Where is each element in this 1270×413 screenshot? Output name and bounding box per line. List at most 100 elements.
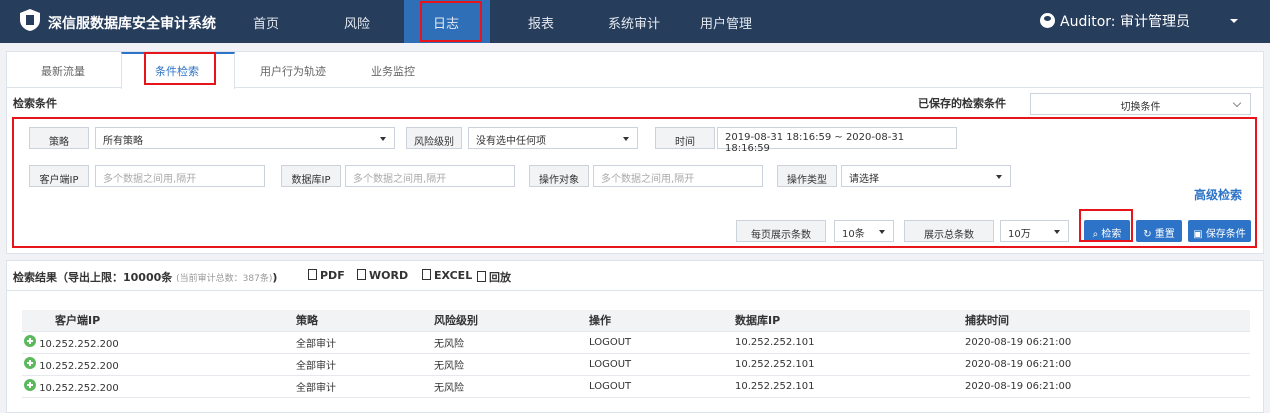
total-count-value: 10万 (1008, 229, 1031, 240)
save-icon: ▣ (1193, 229, 1206, 240)
chevron-down-icon (1232, 98, 1242, 108)
client-ip-input[interactable]: 多个数据之间用,隔开 (95, 165, 265, 187)
export-pdf-link[interactable]: PDF (308, 269, 345, 282)
replay-icon (477, 271, 486, 282)
table-row[interactable]: 10.252.252.200 全部审计 无风险 LOGOUT 10.252.25… (22, 375, 1250, 398)
advanced-search-link[interactable]: 高级检索 (1194, 186, 1242, 203)
cell-risk-level: 无风险 (418, 375, 573, 398)
strategy-select[interactable]: 所有策略 (95, 127, 395, 149)
results-title: 检索结果（导出上限：10000条 (当前审计总数：387条)) (13, 269, 277, 285)
column-header-strategy[interactable]: 策略 (280, 310, 418, 332)
save-condition-button[interactable]: ▣ 保存条件 (1188, 220, 1251, 242)
cell-operation: LOGOUT (573, 331, 719, 354)
nav-item-risk[interactable]: 风险 (344, 13, 370, 32)
top-nav-bar: 深信服数据库安全审计系统 首页 风险 日志 报表 系统审计 用户管理 Audit… (0, 0, 1270, 43)
nav-item-reports[interactable]: 报表 (528, 13, 554, 32)
strategy-value: 所有策略 (103, 136, 143, 147)
cell-capture-time: 2020-08-19 06:21:00 (949, 331, 1250, 354)
time-label: 时间 (655, 127, 715, 149)
risk-level-value: 没有选中任何项 (476, 136, 546, 147)
refresh-icon: ↻ (1143, 229, 1155, 240)
cell-db-ip: 10.252.252.101 (719, 331, 949, 354)
caret-down-icon (879, 230, 885, 234)
user-icon (1040, 13, 1055, 28)
column-header-capture-time[interactable]: 捕获时间 (949, 310, 1250, 332)
caret-down-icon (380, 137, 386, 141)
total-count-label: 展示总条数 (904, 220, 994, 242)
cell-risk-level: 无风险 (418, 331, 573, 354)
cell-db-ip: 10.252.252.101 (719, 375, 949, 398)
expand-row-icon[interactable] (24, 334, 36, 347)
per-page-select[interactable]: 10条 (834, 220, 894, 242)
expand-row-icon[interactable] (24, 356, 36, 369)
user-menu-caret-icon[interactable] (1230, 19, 1238, 23)
nav-item-user-management[interactable]: 用户管理 (700, 13, 752, 32)
export-pdf-label: PDF (320, 269, 345, 282)
risk-level-select[interactable]: 没有选中任何项 (468, 127, 638, 149)
operation-target-label: 操作对象 (529, 165, 589, 187)
replay-link[interactable]: 回放 (477, 269, 511, 285)
cell-strategy: 全部审计 (280, 353, 418, 376)
tab-user-behavior[interactable]: 用户行为轨迹 (260, 63, 326, 79)
cell-capture-time: 2020-08-19 06:21:00 (949, 375, 1250, 398)
results-title-end: ) (272, 271, 278, 284)
total-count-select[interactable]: 10万 (1000, 220, 1069, 242)
operation-target-input[interactable]: 多个数据之间用,隔开 (593, 165, 763, 187)
search-conditions-title: 检索条件 (13, 97, 57, 110)
column-header-risk-level[interactable]: 风险级别 (418, 310, 573, 332)
db-ip-label: 数据库IP (281, 165, 341, 187)
search-button[interactable]: ⌕ 检索 (1084, 220, 1130, 242)
saved-conditions-value: 切换条件 (1120, 102, 1161, 113)
caret-down-icon (996, 175, 1002, 179)
column-header-operation[interactable]: 操作 (573, 310, 719, 332)
db-ip-input[interactable]: 多个数据之间用,隔开 (345, 165, 515, 187)
per-page-value: 10条 (842, 229, 865, 240)
operation-type-select[interactable]: 请选择 (841, 165, 1011, 187)
cell-client-ip: 10.252.252.200 (39, 338, 119, 350)
cell-operation: LOGOUT (573, 375, 719, 398)
saved-conditions-label: 已保存的检索条件 (918, 97, 1006, 110)
cell-capture-time: 2020-08-19 06:21:00 (949, 353, 1250, 376)
excel-icon (422, 269, 431, 280)
nav-item-logs[interactable]: 日志 (433, 13, 459, 32)
app-title: 深信服数据库安全审计系统 (48, 16, 216, 32)
saved-conditions-select[interactable]: 切换条件 (1030, 93, 1251, 115)
time-range-input[interactable]: 2019-08-31 18:16:59 ~ 2020-08-31 18:16:5… (717, 127, 957, 154)
operation-type-label: 操作类型 (777, 165, 837, 187)
shield-logo-icon (20, 9, 40, 31)
cell-operation: LOGOUT (573, 353, 719, 376)
column-header-db-ip[interactable]: 数据库IP (719, 310, 949, 332)
cell-client-ip: 10.252.252.200 (39, 382, 119, 394)
column-header-client-ip[interactable]: 客户端IP (22, 310, 280, 332)
results-header: 检索结果（导出上限：10000条 (当前审计总数：387条)) PDF WORD… (7, 261, 1263, 291)
user-label: Auditor: 审计管理员 (1060, 14, 1190, 30)
results-table: 客户端IP 策略 风险级别 操作 数据库IP 捕获时间 10.252.252.2… (22, 310, 1250, 398)
export-word-link[interactable]: WORD (357, 269, 408, 282)
tab-latest-traffic[interactable]: 最新流量 (41, 63, 85, 79)
replay-label: 回放 (489, 271, 511, 284)
caret-down-icon (1054, 230, 1060, 234)
nav-item-home[interactable]: 首页 (253, 13, 279, 32)
tab-condition-search[interactable]: 条件检索 (155, 63, 199, 79)
reset-button[interactable]: ↻ 重置 (1136, 220, 1182, 242)
nav-item-system-audit[interactable]: 系统审计 (608, 13, 660, 32)
tab-business-monitor[interactable]: 业务监控 (371, 63, 415, 79)
search-panel: 最新流量 条件检索 用户行为轨迹 业务监控 检索条件 已保存的检索条件 切换条件… (6, 51, 1264, 254)
table-row[interactable]: 10.252.252.200 全部审计 无风险 LOGOUT 10.252.25… (22, 331, 1250, 354)
cell-strategy: 全部审计 (280, 331, 418, 354)
user-menu[interactable]: Auditor: 审计管理员 (1040, 11, 1190, 31)
operation-type-value: 请选择 (849, 174, 879, 185)
results-panel: 检索结果（导出上限：10000条 (当前审计总数：387条)) PDF WORD… (6, 260, 1264, 413)
export-excel-link[interactable]: EXCEL (422, 269, 472, 282)
expand-row-icon[interactable] (24, 378, 36, 391)
cell-db-ip: 10.252.252.101 (719, 353, 949, 376)
word-icon (357, 269, 366, 280)
table-row[interactable]: 10.252.252.200 全部审计 无风险 LOGOUT 10.252.25… (22, 353, 1250, 376)
table-header-row: 客户端IP 策略 风险级别 操作 数据库IP 捕获时间 (22, 310, 1250, 332)
results-count-note: (当前审计总数：387条) (176, 274, 273, 284)
caret-down-icon (623, 137, 629, 141)
tab-bar: 最新流量 条件检索 用户行为轨迹 业务监控 (7, 52, 1263, 89)
risk-level-label: 风险级别 (406, 127, 462, 149)
search-button-label: 检索 (1101, 229, 1122, 240)
strategy-label: 策略 (29, 127, 89, 149)
